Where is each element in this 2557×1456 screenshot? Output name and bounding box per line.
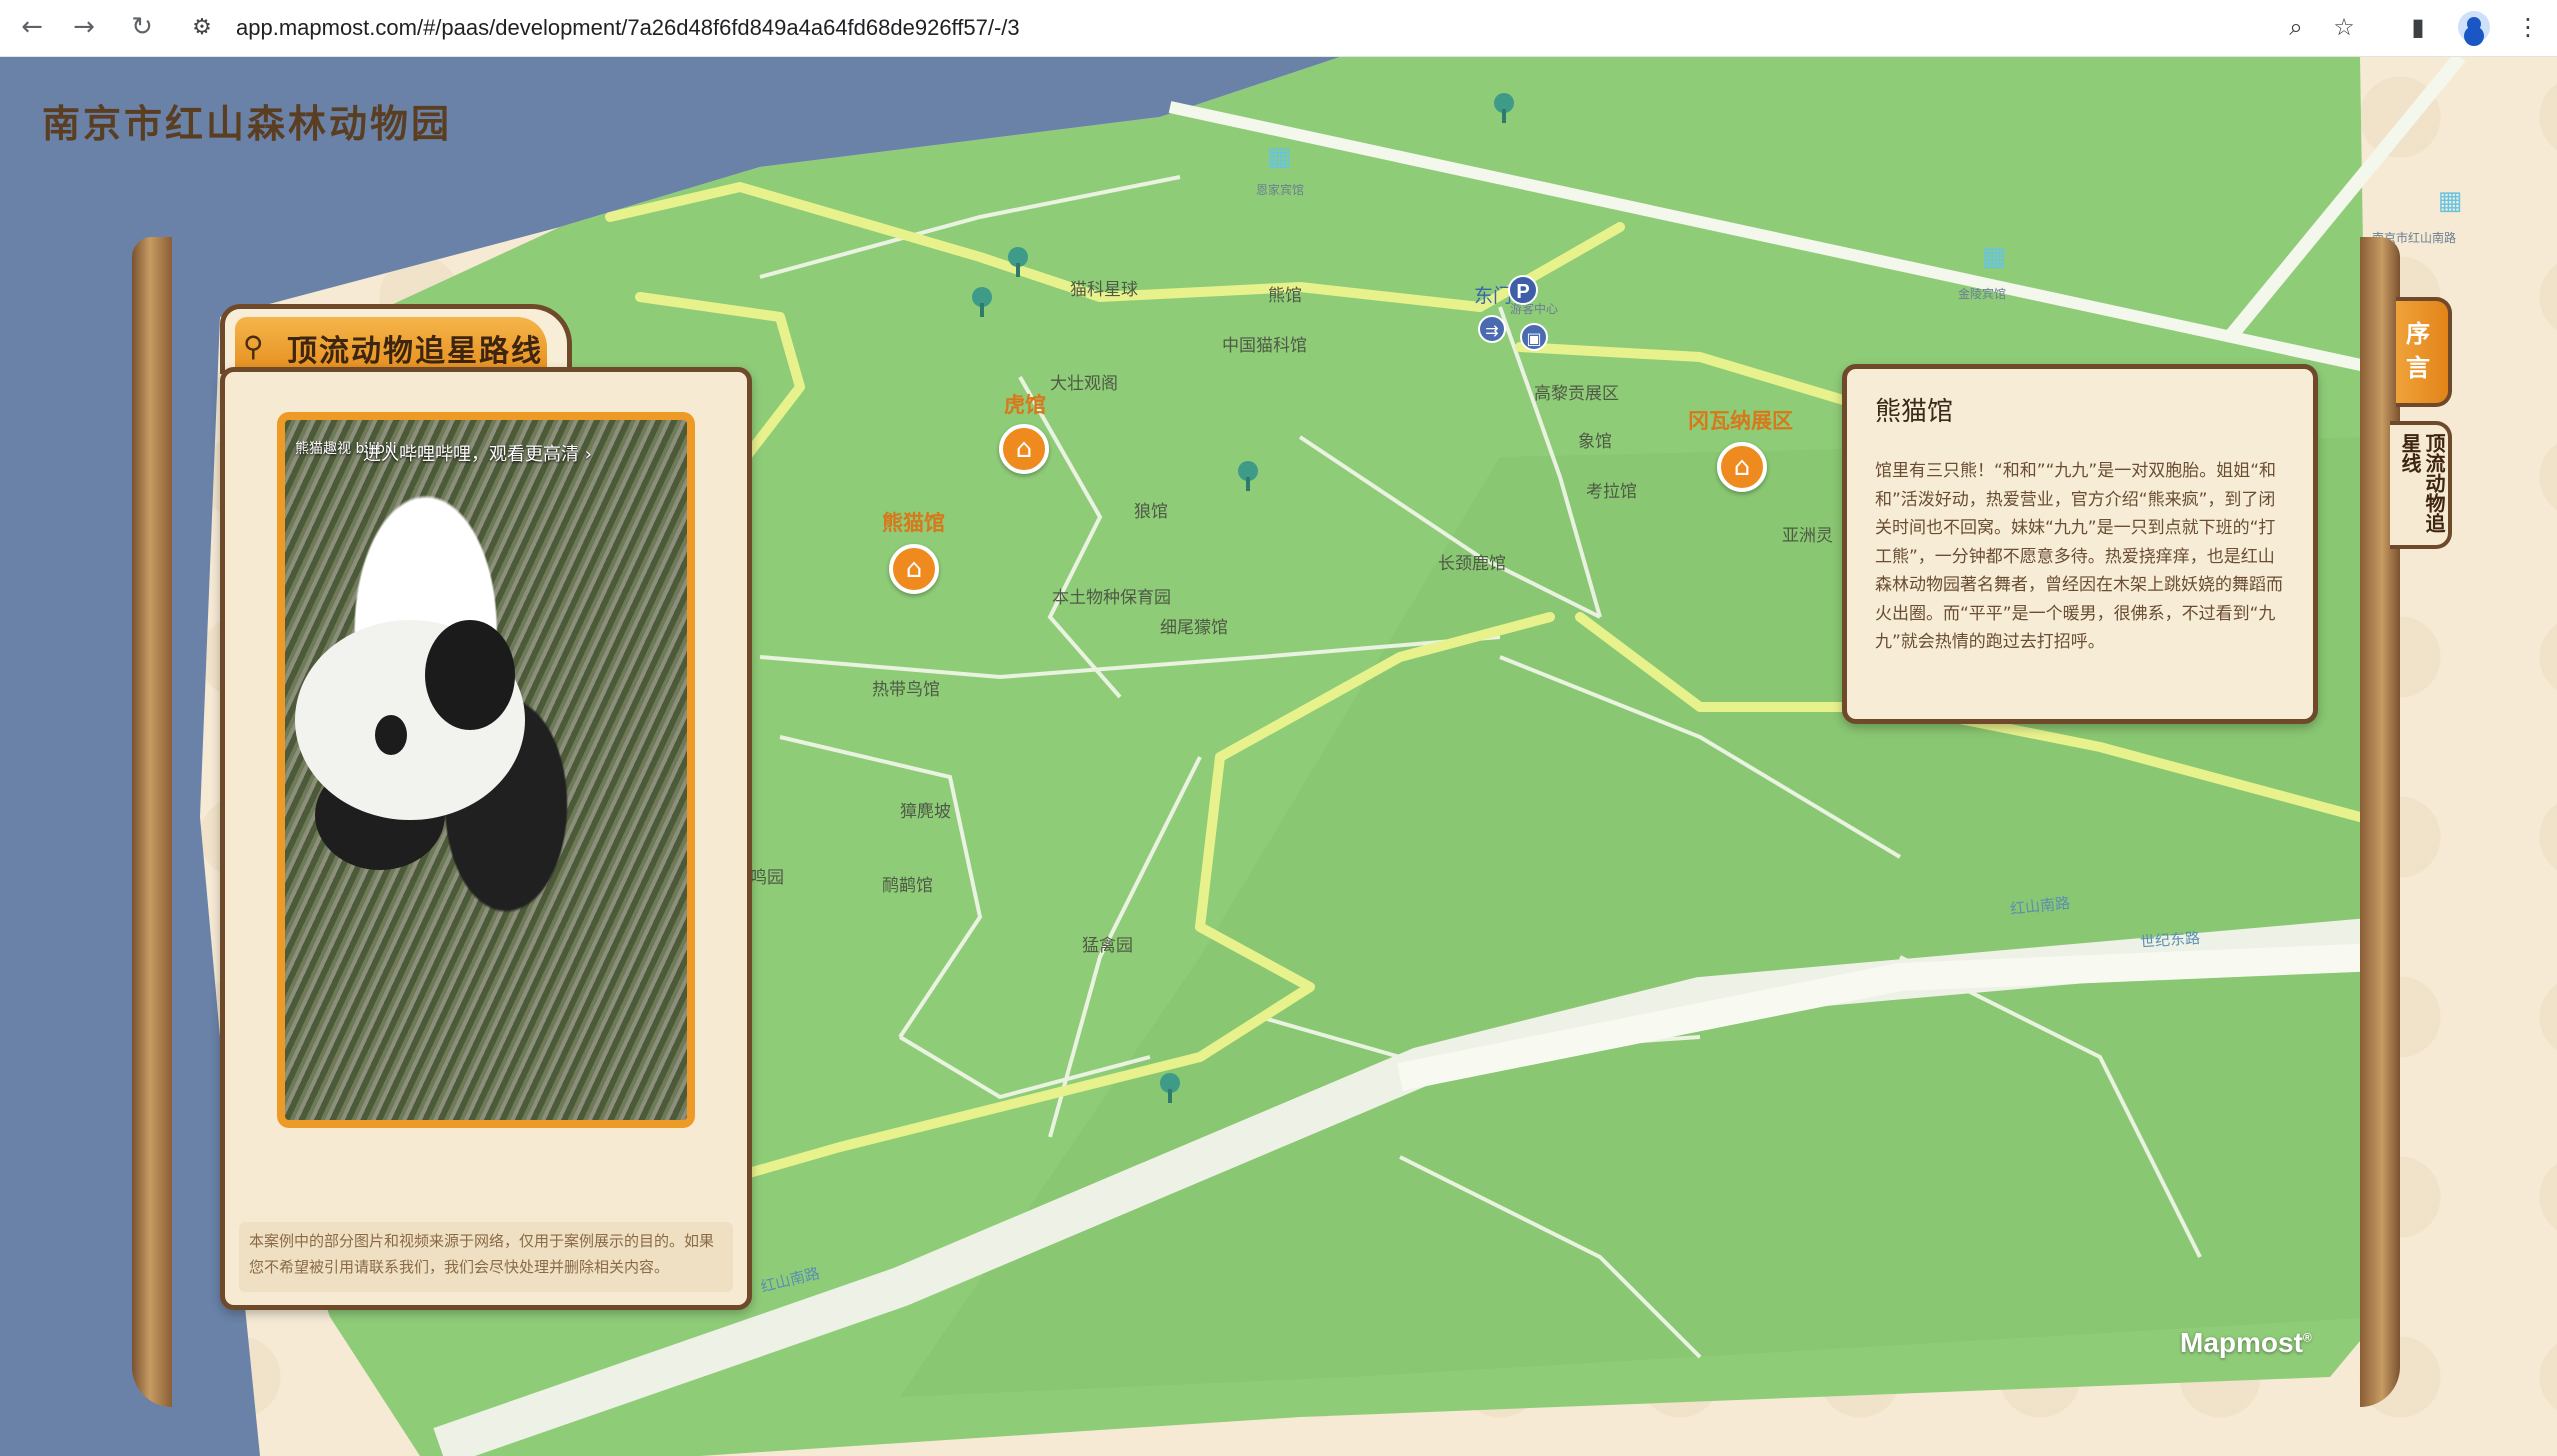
side-tab-route[interactable]: 顶流动物追星线 — [2390, 421, 2452, 549]
map-label: 亚洲灵 — [1782, 526, 1833, 546]
road-label: 世纪东路 — [2139, 928, 2201, 952]
info-body: 馆里有三只熊！“和和”“九九”是一对双胞胎。姐姐“和和”活泼好动，热爱营业，官方… — [1875, 461, 2283, 652]
map-label: 恩家宾馆 — [1256, 183, 1305, 197]
map-label: 鸸鹋馆 — [882, 876, 933, 896]
page-title: 南京市红山森林动物园 — [42, 101, 453, 146]
panda-poi-icon[interactable] — [889, 544, 939, 594]
poi-label-tiger[interactable]: 虎馆 — [1004, 389, 1046, 419]
book-edge-right — [2360, 237, 2400, 1407]
bus-stop-icon[interactable]: ▣ — [1520, 323, 1548, 351]
tree-icon — [1238, 461, 1258, 491]
map-label: 高黎贡展区 — [1534, 384, 1619, 404]
route-panel: 熊猫趣视 bilibili 进入哔哩哔哩，观看更高清 › 本案例中的部分图片和视… — [220, 367, 752, 1310]
gawana-poi-icon[interactable] — [1717, 442, 1767, 492]
address-bar[interactable]: app.mapmost.com/#/paas/development/7a26d… — [236, 8, 1020, 48]
map-label: 考拉馆 — [1586, 482, 1637, 502]
bus-stop-icon[interactable]: ⇉ — [1478, 315, 1506, 343]
browser-toolbar: ← → ↻ ⚙ app.mapmost.com/#/paas/developme… — [0, 0, 2557, 57]
side-tab-route-label: 顶流动物追星线 — [2398, 433, 2446, 533]
map-label: 猛禽园 — [1082, 936, 1133, 956]
info-title: 熊猫馆 — [1875, 397, 1954, 427]
map-label: 东门 — [1474, 285, 1513, 307]
tree-icon — [1008, 247, 1028, 277]
map-label: 象馆 — [1578, 432, 1612, 452]
open-bilibili-link[interactable]: 进入哔哩哔哩，观看更高清 › — [363, 440, 592, 466]
map-label: 大壮观阁 — [1050, 374, 1118, 394]
site-settings-icon[interactable]: ⚙ — [186, 12, 218, 44]
tree-icon — [1160, 1073, 1180, 1103]
side-panel-icon[interactable]: ▮ — [2400, 9, 2436, 45]
reload-icon[interactable]: ↻ — [124, 9, 160, 45]
map-pin-icon: ⚲ — [243, 330, 264, 363]
book-edge-left — [132, 237, 172, 1407]
map-label: 长颈鹿馆 — [1438, 554, 1506, 574]
tree-icon — [1494, 93, 1514, 123]
mapmost-logo: Mapmost® — [2180, 1327, 2312, 1358]
route-panel-title: 顶流动物追星路线 — [287, 334, 543, 369]
route-panel-tab: ⚲ 顶流动物追星路线 — [220, 304, 572, 374]
map-label: 獐麂坡 — [900, 802, 951, 822]
disclaimer-note: 本案例中的部分图片和视频来源于网络，仅用于案例展示的目的。如果您不希望被引用请联… — [239, 1222, 733, 1292]
profile-avatar[interactable] — [2458, 11, 2490, 43]
map-label: 鸣园 — [750, 868, 784, 888]
tiger-poi-icon[interactable] — [999, 424, 1049, 474]
app-viewport: 虎馆 熊猫馆 冈瓦纳展区 猫科星球 熊馆 中国猫科馆 东门 游客中心 高黎贡展区… — [0, 57, 2557, 1456]
tree-icon — [972, 287, 992, 317]
map-label: 热带鸟馆 — [872, 680, 940, 700]
side-tab-preface-label: 序言 — [2406, 319, 2430, 382]
map-label: 本土物种保育园 — [1052, 588, 1171, 608]
video-player[interactable]: 熊猫趣视 bilibili 进入哔哩哔哩，观看更高清 › — [277, 412, 695, 1128]
building-icon: ▦ — [2437, 186, 2463, 216]
parking-icon[interactable]: P — [1508, 275, 1538, 305]
info-box: 熊猫馆 馆里有三只熊！“和和”“九九”是一对双胞胎。姐姐“和和”活泼好动，热爱营… — [1842, 364, 2318, 724]
bookmark-star-icon[interactable]: ☆ — [2326, 9, 2362, 45]
menu-kebab-icon[interactable]: ⋮ — [2510, 9, 2546, 45]
side-tab-preface[interactable]: 序言 — [2396, 297, 2452, 407]
building-icon: ▦ — [1981, 242, 2007, 272]
map-label: 熊馆 — [1268, 286, 1302, 306]
poi-label-panda[interactable]: 熊猫馆 — [882, 507, 945, 537]
zoom-icon[interactable]: ⌕ — [2278, 9, 2314, 45]
arrow-right-icon[interactable]: → — [66, 9, 102, 45]
map-label: 金陵宾馆 — [1958, 287, 2007, 301]
map-label: 中国猫科馆 — [1222, 336, 1307, 356]
map-label: 狼馆 — [1134, 502, 1168, 522]
building-icon: ▦ — [1266, 142, 1292, 172]
poi-label-gawana[interactable]: 冈瓦纳展区 — [1688, 405, 1793, 435]
map-label: 细尾獴馆 — [1160, 618, 1228, 638]
arrow-left-icon[interactable]: ← — [14, 9, 50, 45]
map-label: 猫科星球 — [1070, 280, 1138, 300]
